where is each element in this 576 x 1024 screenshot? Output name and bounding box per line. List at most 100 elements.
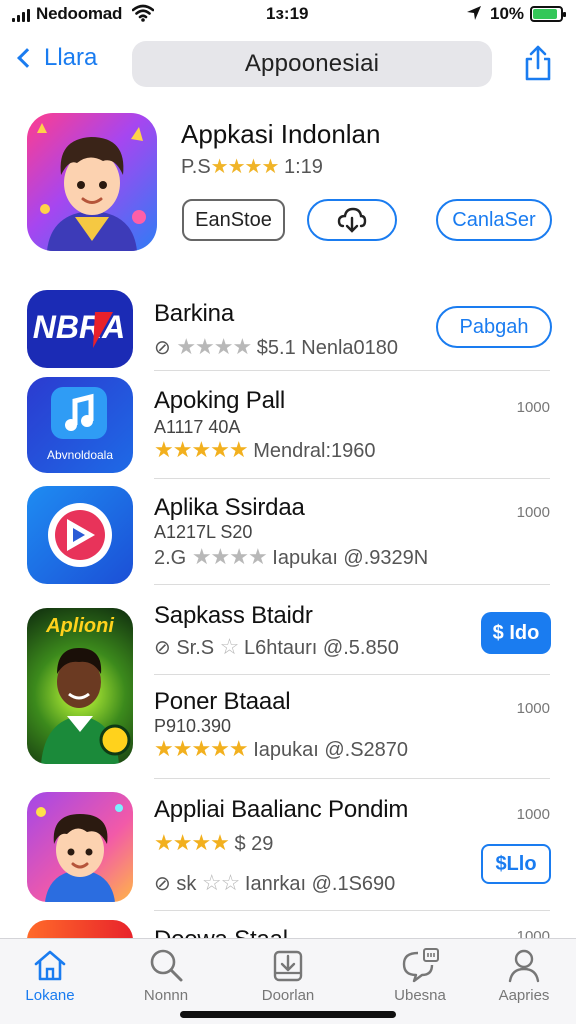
divider [154, 674, 550, 675]
price-button-label: $Llo [495, 852, 537, 875]
tab-messages[interactable]: Ubesna [375, 947, 465, 1004]
tab-label: Lokane [25, 987, 75, 1004]
app-icon: NBRA [27, 290, 133, 368]
meta-text: L6htaurı @.5.850 [243, 637, 399, 659]
rating-stars: ☆ [219, 634, 240, 659]
app-subtitle: A1117 40A [154, 417, 241, 437]
app-icon: Aplioni [27, 608, 133, 764]
download-count: 1000 [516, 399, 550, 416]
share-icon[interactable] [522, 44, 554, 82]
app-icon: Abvnoldoala [27, 377, 133, 473]
tab-search[interactable]: Nonnn [121, 947, 211, 1004]
meta-prefix: ⊘ [154, 337, 171, 359]
app-name: Appliai Baalianc Pondim [154, 796, 409, 823]
app-icon-text: Aplioni [45, 615, 114, 637]
app-subtitle: A1217L S20 [154, 522, 253, 542]
app-meta: ⊘ ★★★★ $5.1 Nenla0180 [154, 334, 398, 360]
meta-text: $ 29 [234, 833, 274, 855]
download-cloud-button[interactable] [307, 199, 397, 241]
app-meta: ⊘ Sr.S ☆ L6htaurı @.5.850 [154, 634, 399, 660]
app-icon [27, 792, 133, 902]
search-field[interactable]: Appoonesiai [132, 41, 492, 87]
app-meta: ★★★★★ Iapukaı @.S2870 [154, 736, 408, 762]
cellular-signal-icon [12, 9, 30, 22]
rating-prefix: P.S [181, 156, 211, 178]
chevron-left-icon [17, 48, 37, 68]
search-text: Appoonesiai [244, 50, 380, 77]
back-button[interactable]: Llara [12, 44, 97, 72]
tab-home[interactable]: Lokane [5, 947, 95, 1004]
app-name: Apoking Pall [154, 387, 286, 414]
download-count: 1000 [516, 806, 550, 823]
divider [154, 478, 550, 479]
download-count: 1000 [516, 504, 550, 521]
meta-prefix: ⊘ Sr.S [154, 637, 215, 659]
app-name: Sapkass Btaidr [154, 602, 313, 629]
tab-label: Ubesna [394, 987, 446, 1004]
rating-stars: ☆☆ [201, 870, 240, 895]
list-item[interactable]: Doowa Staal 1000 [0, 920, 576, 938]
list-item[interactable]: Abvnoldoala Apoking Pall A1117 40A ★★★★★… [0, 377, 576, 475]
tab-label: Nonnn [143, 987, 189, 1004]
featured-app-icon[interactable] [27, 113, 157, 251]
price-button[interactable]: $ Ido [481, 612, 551, 654]
status-bar: Nedoomad 1з:19 10% [0, 0, 576, 28]
profile-icon [508, 949, 540, 983]
tab-label: Aapries [498, 987, 550, 1004]
rating-stars: ★★★★ [176, 334, 252, 359]
list-item[interactable]: Appliai Baalianc Pondim ★★★★ $ 29 ⊘ sk ☆… [0, 792, 576, 902]
meta-text: Ianrkaı @.1S690 [244, 873, 396, 895]
list-item[interactable]: NBRA Barkina ⊘ ★★★★ $5.1 Nenla0180 Pabga… [0, 290, 576, 370]
app-name: Doowa Staal [154, 926, 288, 938]
wifi-icon [132, 4, 154, 22]
app-meta-secondary: ⊘ sk ☆☆ Ianrkaı @.1S690 [154, 870, 395, 896]
rating-stars: ★★★★★ [154, 437, 249, 462]
list-item[interactable]: Aplika Ssirdaa A1217L S20 2.G ★★★★ Iapuk… [0, 486, 576, 584]
app-icon [27, 486, 133, 584]
battery-percent: 10% [490, 4, 525, 23]
divider [154, 910, 550, 911]
meta-prefix: ⊘ sk [154, 873, 197, 895]
app-meta: ★★★★★ Mendral:1960 [154, 437, 376, 463]
app-meta: 2.G ★★★★ Iapukaı @.9329N [154, 544, 428, 570]
meta-text: $5.1 Nenla0180 [256, 337, 399, 359]
app-name: Poner Btaaal [154, 688, 291, 715]
rating-suffix: 1:19 [283, 156, 323, 178]
get-button[interactable]: Pabgah [436, 306, 552, 348]
featured-app: Appkasi Indonlan P.S★★★★ 1:19 EanStoe Ca… [0, 110, 576, 260]
app-name: Aplika Ssirdaa [154, 494, 305, 521]
navigation-bar: Llara Appoonesiai [0, 36, 576, 92]
price-button[interactable]: $Llo [481, 844, 551, 884]
get-button-label: Pabgah [459, 315, 529, 338]
chat-icon [402, 948, 439, 983]
search-icon [150, 949, 183, 982]
featured-app-rating: P.S★★★★ 1:19 [181, 154, 323, 179]
divider [154, 778, 550, 779]
home-indicator [180, 1011, 396, 1018]
tab-label: Doorlan [261, 987, 315, 1004]
back-label: Llara [44, 44, 98, 71]
status-time: 1з:19 [266, 4, 309, 23]
app-icon [27, 920, 133, 938]
price-button-label: $ Ido [492, 621, 540, 644]
cancel-server-label: CanlaSer [452, 208, 536, 231]
meta-prefix: 2.G [154, 547, 187, 569]
cancel-server-button[interactable]: CanlaSer [436, 199, 552, 241]
app-subtitle: P910.390 [154, 716, 232, 736]
store-button[interactable]: EanStoe [182, 199, 285, 241]
meta-text: Mendral:1960 [253, 440, 376, 462]
download-count: 1000 [516, 700, 550, 717]
download-count: 1000 [516, 928, 550, 938]
app-icon-text: Abvnoldoala [47, 448, 113, 462]
featured-app-title: Appkasi Indonlan [181, 119, 381, 149]
carrier-name: Nedoomad [36, 4, 123, 23]
divider [154, 370, 550, 371]
list-item[interactable]: Aplioni Sapkass Btaidr ⊘ Sr.S ☆ L6htaurı… [0, 602, 576, 764]
tab-profile[interactable]: Aapries [479, 947, 569, 1004]
tab-downloads[interactable]: Doorlan [243, 947, 333, 1004]
app-meta: ★★★★ $ 29 [154, 830, 273, 856]
location-arrow-icon [467, 6, 481, 20]
rating-stars: ★★★★ [191, 544, 268, 569]
store-button-label: EanStoe [195, 208, 272, 231]
cloud-download-icon [337, 207, 367, 233]
